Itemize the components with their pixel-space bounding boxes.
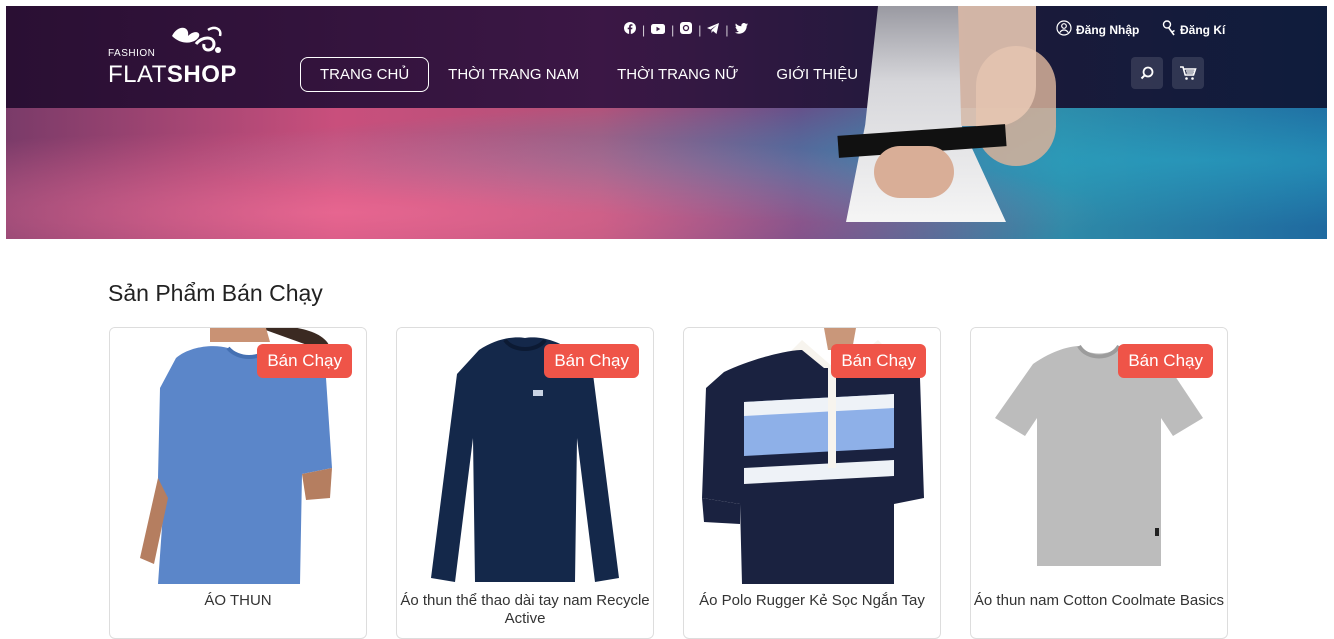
separator: | — [671, 22, 675, 37]
banner-gradient — [6, 108, 1327, 239]
search-button[interactable] — [1131, 57, 1163, 89]
login-label: Đăng Nhập — [1076, 23, 1140, 37]
youtube-icon[interactable] — [651, 23, 666, 37]
search-icon — [1140, 66, 1154, 80]
key-icon — [1162, 20, 1176, 40]
best-seller-badge: Bán Chạy — [544, 344, 639, 378]
nav-item-home[interactable]: TRANG CHỦ — [300, 57, 430, 92]
product-name[interactable]: Áo thun nam Cotton Coolmate Basics — [971, 592, 1227, 610]
product-name[interactable]: ÁO THUN — [110, 592, 366, 610]
nav-item-men[interactable]: THỜI TRANG NAM — [429, 58, 598, 92]
section-title: Sản Phẩm Bán Chạy — [108, 280, 323, 306]
banner-model-image — [826, 6, 1056, 222]
nav-item-about[interactable]: GIỚI THIỆU — [757, 58, 877, 92]
logo-fashion-text: FASHION — [108, 48, 156, 59]
facebook-icon[interactable] — [624, 22, 636, 37]
twitter-icon[interactable] — [734, 22, 748, 37]
product-card[interactable]: Bán Chạy Áo thun thể thao dài tay nam Re… — [396, 327, 654, 639]
separator: | — [725, 22, 729, 37]
product-name[interactable]: Áo Polo Rugger Kẻ Sọc Ngắn Tay — [684, 592, 940, 610]
cart-button[interactable] — [1172, 57, 1204, 89]
register-link[interactable]: Đăng Kí — [1162, 20, 1225, 40]
main-nav: TRANG CHỦ THỜI TRANG NAM THỜI TRANG NỮ G… — [300, 57, 877, 92]
separator: | — [642, 22, 646, 37]
best-seller-badge: Bán Chạy — [257, 344, 352, 378]
cart-icon — [1180, 66, 1197, 80]
product-card[interactable]: Bán Chạy ÁO THUN — [109, 327, 367, 639]
logo-wordmark: FLATSHOP — [108, 61, 237, 88]
user-icon — [1056, 20, 1072, 40]
product-name[interactable]: Áo thun thể thao dài tay nam Recycle Act… — [397, 592, 653, 628]
instagram-icon[interactable] — [680, 22, 693, 37]
login-link[interactable]: Đăng Nhập — [1056, 20, 1139, 40]
telegram-icon[interactable] — [707, 22, 720, 37]
register-label: Đăng Kí — [1180, 23, 1226, 37]
product-card[interactable]: Bán Chạy Áo thun nam Cotton Coolmate Bas… — [970, 327, 1228, 639]
social-links: | | | | — [624, 22, 748, 37]
butterfly-icon — [172, 26, 222, 53]
best-seller-badge: Bán Chạy — [1118, 344, 1213, 378]
best-seller-badge: Bán Chạy — [831, 344, 926, 378]
nav-item-women[interactable]: THỜI TRANG NỮ — [598, 58, 757, 92]
product-card[interactable]: Bán Chạy Áo Polo Rugger Kẻ Sọc Ngắn Tay — [683, 327, 941, 639]
separator: | — [698, 22, 702, 37]
